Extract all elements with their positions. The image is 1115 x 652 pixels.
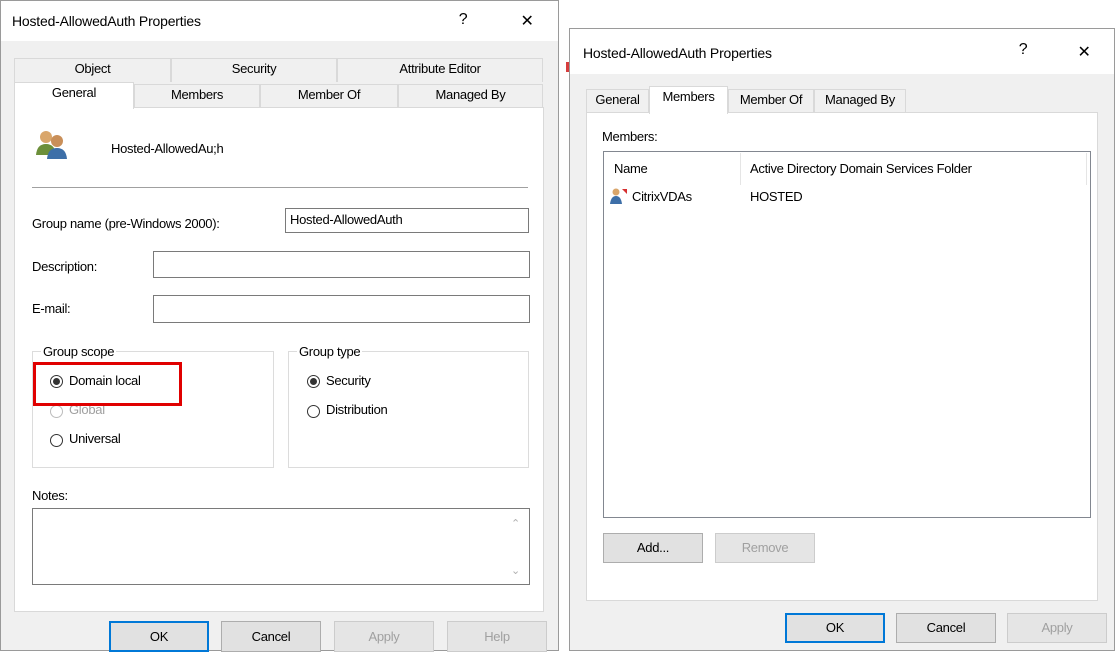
tab-object[interactable]: Object xyxy=(14,58,171,82)
right-tab-members[interactable]: Members xyxy=(649,86,728,114)
group-type-label: Group type xyxy=(297,344,363,359)
group-display-name: Hosted-AllowedAu;h xyxy=(111,141,224,156)
left-ok-button[interactable]: OK xyxy=(109,621,209,652)
column-divider xyxy=(740,153,741,185)
member-folder-cell: HOSTED xyxy=(750,189,803,204)
left-dialog-title: Hosted-AllowedAuth Properties xyxy=(12,13,201,29)
right-ok-button[interactable]: OK xyxy=(785,613,885,643)
members-tab-panel: Members: Name Active Directory Domain Se… xyxy=(586,112,1098,601)
description-label: Description: xyxy=(32,259,98,274)
right-tab-member-of[interactable]: Member Of xyxy=(728,89,814,113)
security-label[interactable]: Security xyxy=(326,373,371,388)
domain-local-highlight xyxy=(33,362,182,406)
right-tab-managed-by[interactable]: Managed By xyxy=(814,89,906,113)
members-label: Members: xyxy=(602,129,658,144)
right-tab-general[interactable]: General xyxy=(586,89,649,113)
right-properties-dialog: Hosted-AllowedAuth Properties ? ✕ Genera… xyxy=(569,28,1115,651)
members-list[interactable]: Name Active Directory Domain Services Fo… xyxy=(603,151,1091,518)
right-close-button[interactable]: ✕ xyxy=(1073,42,1095,62)
group-name-field[interactable]: Hosted-AllowedAuth xyxy=(285,208,529,233)
radio-global[interactable] xyxy=(50,405,63,418)
right-dialog-title: Hosted-AllowedAuth Properties xyxy=(583,45,772,61)
distribution-label[interactable]: Distribution xyxy=(326,402,388,417)
right-help-button[interactable]: ? xyxy=(1013,41,1033,59)
radio-security[interactable] xyxy=(307,375,320,388)
member-name-cell: CitrixVDAs xyxy=(632,189,692,204)
notes-scroll-up-icon[interactable]: ⌃ xyxy=(511,517,520,530)
users-group-icon xyxy=(35,128,69,160)
tab-attribute-editor[interactable]: Attribute Editor xyxy=(337,58,543,82)
email-field[interactable] xyxy=(153,295,530,323)
group-scope-label: Group scope xyxy=(41,344,117,359)
general-tab-panel: Hosted-AllowedAu;h Group name (pre-Windo… xyxy=(14,107,544,612)
tab-member-of[interactable]: Member Of xyxy=(260,84,398,108)
left-properties-dialog: Hosted-AllowedAuth Properties ? ✕ Object… xyxy=(0,0,559,652)
tab-managed-by[interactable]: Managed By xyxy=(398,84,543,108)
left-help-button[interactable]: ? xyxy=(453,11,473,29)
remove-button[interactable]: Remove xyxy=(715,533,815,563)
notes-textarea[interactable] xyxy=(32,508,530,585)
group-member-icon xyxy=(610,187,628,205)
right-cancel-button[interactable]: Cancel xyxy=(896,613,996,643)
group-name-label: Group name (pre-Windows 2000): xyxy=(32,216,220,231)
radio-universal[interactable] xyxy=(50,434,63,447)
universal-label[interactable]: Universal xyxy=(69,431,121,446)
left-apply-button[interactable]: Apply xyxy=(334,621,434,652)
notes-scroll-down-icon[interactable]: ⌄ xyxy=(511,564,520,577)
description-field[interactable] xyxy=(153,251,530,278)
column-header-folder[interactable]: Active Directory Domain Services Folder xyxy=(750,161,972,176)
notes-label: Notes: xyxy=(32,488,68,503)
right-apply-button[interactable]: Apply xyxy=(1007,613,1107,643)
add-button[interactable]: Add... xyxy=(603,533,703,563)
left-close-button[interactable]: ✕ xyxy=(516,11,538,31)
header-divider xyxy=(32,187,528,188)
group-type-box xyxy=(288,351,529,468)
column-header-name[interactable]: Name xyxy=(614,161,648,176)
tab-members[interactable]: Members xyxy=(134,84,260,108)
table-row[interactable]: CitrixVDAs HOSTED xyxy=(606,186,1086,206)
email-label: E-mail: xyxy=(32,301,71,316)
tab-general[interactable]: General xyxy=(14,82,134,109)
tab-security[interactable]: Security xyxy=(171,58,337,82)
left-cancel-button[interactable]: Cancel xyxy=(221,621,321,652)
column-divider-end xyxy=(1086,153,1087,185)
left-help-dialog-button[interactable]: Help xyxy=(447,621,547,652)
radio-distribution[interactable] xyxy=(307,405,320,418)
